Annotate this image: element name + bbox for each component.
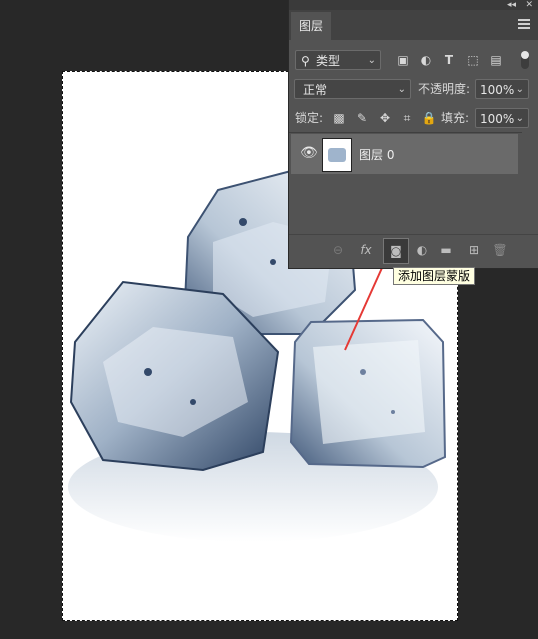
layer-name[interactable]: 图层 0 [359, 146, 394, 163]
chevron-down-icon: ⌄ [515, 84, 524, 95]
panel-title-strip: ◂◂ ✕ [289, 0, 538, 10]
delete-icon[interactable]: 🗑 [491, 241, 509, 259]
lock-label: 锁定: [295, 111, 324, 125]
image-filter-icon[interactable]: ▣ [395, 52, 411, 68]
layers-scrollbar[interactable] [522, 130, 538, 234]
chevron-down-icon: ⌄ [367, 55, 376, 66]
fill-value: 100% [480, 112, 515, 126]
add-mask-icon[interactable]: ◙ [383, 238, 409, 264]
chevron-down-icon: ⌄ [515, 113, 524, 124]
adjustment-layer-icon[interactable]: ◐ [413, 241, 431, 259]
fill-label: 填充: [441, 111, 470, 125]
visibility-eye-icon[interactable]: 👁 [300, 145, 318, 161]
shape-filter-icon[interactable]: ⬚ [465, 52, 481, 68]
tab-layers[interactable]: 图层 [291, 12, 331, 40]
new-layer-icon[interactable]: ⊞ [465, 241, 483, 259]
lock-transparent-icon[interactable]: ▩ [331, 110, 347, 126]
lock-row: 锁定: ▩ ✎ ✥ ⌗ 🔒 填充: 100% ⌄ [289, 107, 538, 129]
lock-all-icon[interactable]: 🔒 [421, 110, 437, 126]
close-icon[interactable]: ✕ [525, 0, 533, 10]
chevron-down-icon: ⌄ [397, 84, 406, 95]
blend-row: 正常 ⌄ 不透明度: 100% ⌄ [289, 78, 538, 100]
lock-artboard-icon[interactable]: ⌗ [399, 110, 415, 126]
divider [289, 132, 538, 133]
blend-mode-value: 正常 [303, 83, 328, 97]
smart-object-filter-icon[interactable]: ▤ [488, 52, 504, 68]
link-layers-icon[interactable]: ⊖ [329, 241, 347, 259]
group-icon[interactable]: ▬ [437, 241, 455, 259]
filter-toggle-icon[interactable] [521, 51, 529, 69]
panel-tabbar: 图层 [289, 10, 538, 40]
layer-thumbnail [322, 138, 352, 172]
filter-kind-dropdown[interactable]: ⚲ 类型 ⌄ [295, 50, 381, 70]
tooltip: 添加图层蒙版 [393, 267, 476, 285]
lock-pixels-icon[interactable]: ✎ [354, 110, 370, 126]
opacity-value: 100% [480, 83, 515, 97]
filter-row: ⚲ 类型 ⌄ ▣ ◐ T ⬚ ▤ [289, 48, 538, 72]
layers-bottom-bar: ⊖ fx ◙ ◐ ▬ ⊞ 🗑 [289, 234, 538, 265]
opacity-field[interactable]: 100% ⌄ [475, 79, 529, 99]
layers-panel: ◂◂ ✕ 图层 ⚲ 类型 ⌄ ▣ ◐ T ⬚ ▤ 正常 ⌄ 不透明度: 100%… [289, 0, 538, 268]
adjustment-filter-icon[interactable]: ◐ [418, 52, 434, 68]
fill-field[interactable]: 100% ⌄ [475, 108, 529, 128]
panel-menu-icon[interactable] [518, 19, 530, 31]
collapse-icon[interactable]: ◂◂ [507, 0, 516, 10]
blend-mode-dropdown[interactable]: 正常 ⌄ [294, 79, 411, 99]
layer-style-icon[interactable]: fx [357, 241, 375, 259]
lock-position-icon[interactable]: ✥ [377, 110, 393, 126]
type-filter-icon[interactable]: T [441, 52, 457, 68]
filter-kind-label: 类型 [316, 54, 341, 68]
search-icon: ⚲ [301, 54, 310, 68]
opacity-label: 不透明度: [418, 82, 471, 96]
layer-row[interactable]: 👁 图层 0 [291, 134, 518, 174]
